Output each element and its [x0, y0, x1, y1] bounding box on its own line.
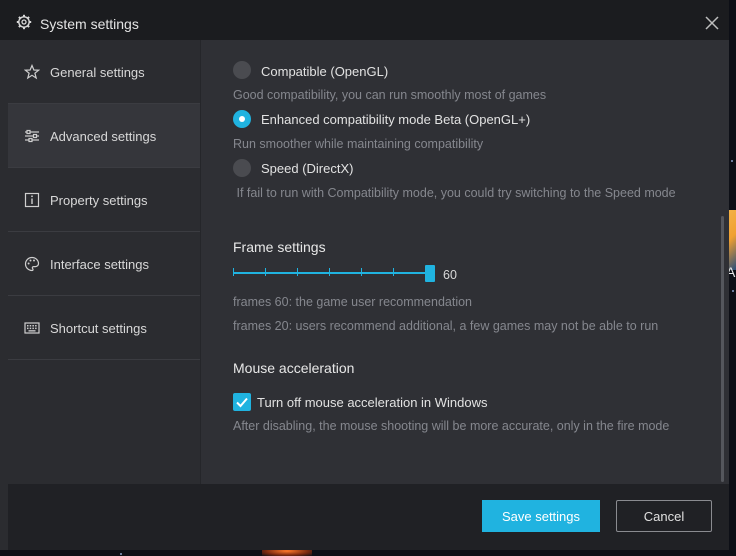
option-hint: If fail to run with Compatibility mode, …: [233, 186, 676, 200]
window-title: System settings: [40, 16, 139, 32]
option-hint: Good compatibility, you can run smoothly…: [233, 88, 547, 102]
sidebar-item-label: General settings: [50, 65, 145, 80]
sidebar-item-label: Advanced settings: [50, 129, 157, 144]
frame-settings-title: Frame settings: [233, 239, 326, 255]
option-label: Enhanced compatibility mode Beta (OpenGL…: [261, 112, 531, 127]
title-bar: System settings: [0, 0, 729, 40]
option-hint: Run smoother while maintaining compatibi…: [233, 137, 484, 151]
slider-tick: [265, 268, 266, 276]
info-icon: [24, 192, 40, 208]
cancel-button[interactable]: Cancel: [616, 500, 712, 532]
advanced-settings-panel: Compatible (OpenGL) Good compatibility, …: [200, 40, 729, 484]
frame-slider-track[interactable]: [233, 272, 429, 274]
background-star: [731, 160, 733, 162]
mouse-hint: After disabling, the mouse shooting will…: [233, 419, 670, 433]
checkmark-icon: [236, 397, 248, 408]
sidebar-item-interface[interactable]: Interface settings: [8, 232, 200, 296]
system-settings-dialog: System settings General settings Advance…: [0, 0, 729, 550]
sidebar-item-general[interactable]: General settings: [8, 40, 200, 104]
settings-sidebar: General settings Advanced settings Prope…: [8, 40, 200, 484]
sidebar-item-property[interactable]: Property settings: [8, 168, 200, 232]
mouse-acceleration-title: Mouse acceleration: [233, 360, 355, 376]
mouse-acceleration-checkbox[interactable]: [233, 393, 251, 411]
sidebar-item-shortcut[interactable]: Shortcut settings: [8, 296, 200, 360]
radio-compatible-opengl[interactable]: [233, 61, 251, 79]
gear-icon: [16, 14, 32, 30]
frame-hint: frames 60: the game user recommendation: [233, 295, 473, 309]
keyboard-icon: [24, 322, 40, 334]
frame-hint: frames 20: users recommend additional, a…: [233, 319, 659, 333]
panel-scrollbar[interactable]: [721, 216, 724, 482]
frame-slider-handle[interactable]: [425, 265, 435, 282]
sidebar-item-label: Interface settings: [50, 257, 149, 272]
sidebar-item-advanced[interactable]: Advanced settings: [8, 104, 200, 168]
option-label: Compatible (OpenGL): [261, 64, 389, 79]
dialog-footer: Save settings Cancel: [8, 484, 729, 550]
background-star: [120, 553, 122, 555]
radio-speed-directx[interactable]: [233, 159, 251, 177]
close-icon[interactable]: [703, 14, 721, 32]
checkbox-label: Turn off mouse acceleration in Windows: [257, 395, 488, 410]
sidebar-item-label: Shortcut settings: [50, 321, 147, 336]
background-star: [732, 290, 734, 292]
star-icon: [24, 64, 40, 80]
slider-tick: [393, 268, 394, 276]
slider-tick: [297, 268, 298, 276]
frame-value: 60: [443, 268, 457, 282]
radio-enhanced-opengl-plus[interactable]: [233, 110, 251, 128]
sliders-icon: [25, 129, 39, 143]
sidebar-item-label: Property settings: [50, 193, 148, 208]
slider-tick: [233, 268, 234, 276]
save-settings-button[interactable]: Save settings: [482, 500, 600, 532]
slider-tick: [361, 268, 362, 276]
slider-tick: [329, 268, 330, 276]
option-label: Speed (DirectX): [261, 161, 354, 176]
palette-icon: [24, 256, 40, 272]
